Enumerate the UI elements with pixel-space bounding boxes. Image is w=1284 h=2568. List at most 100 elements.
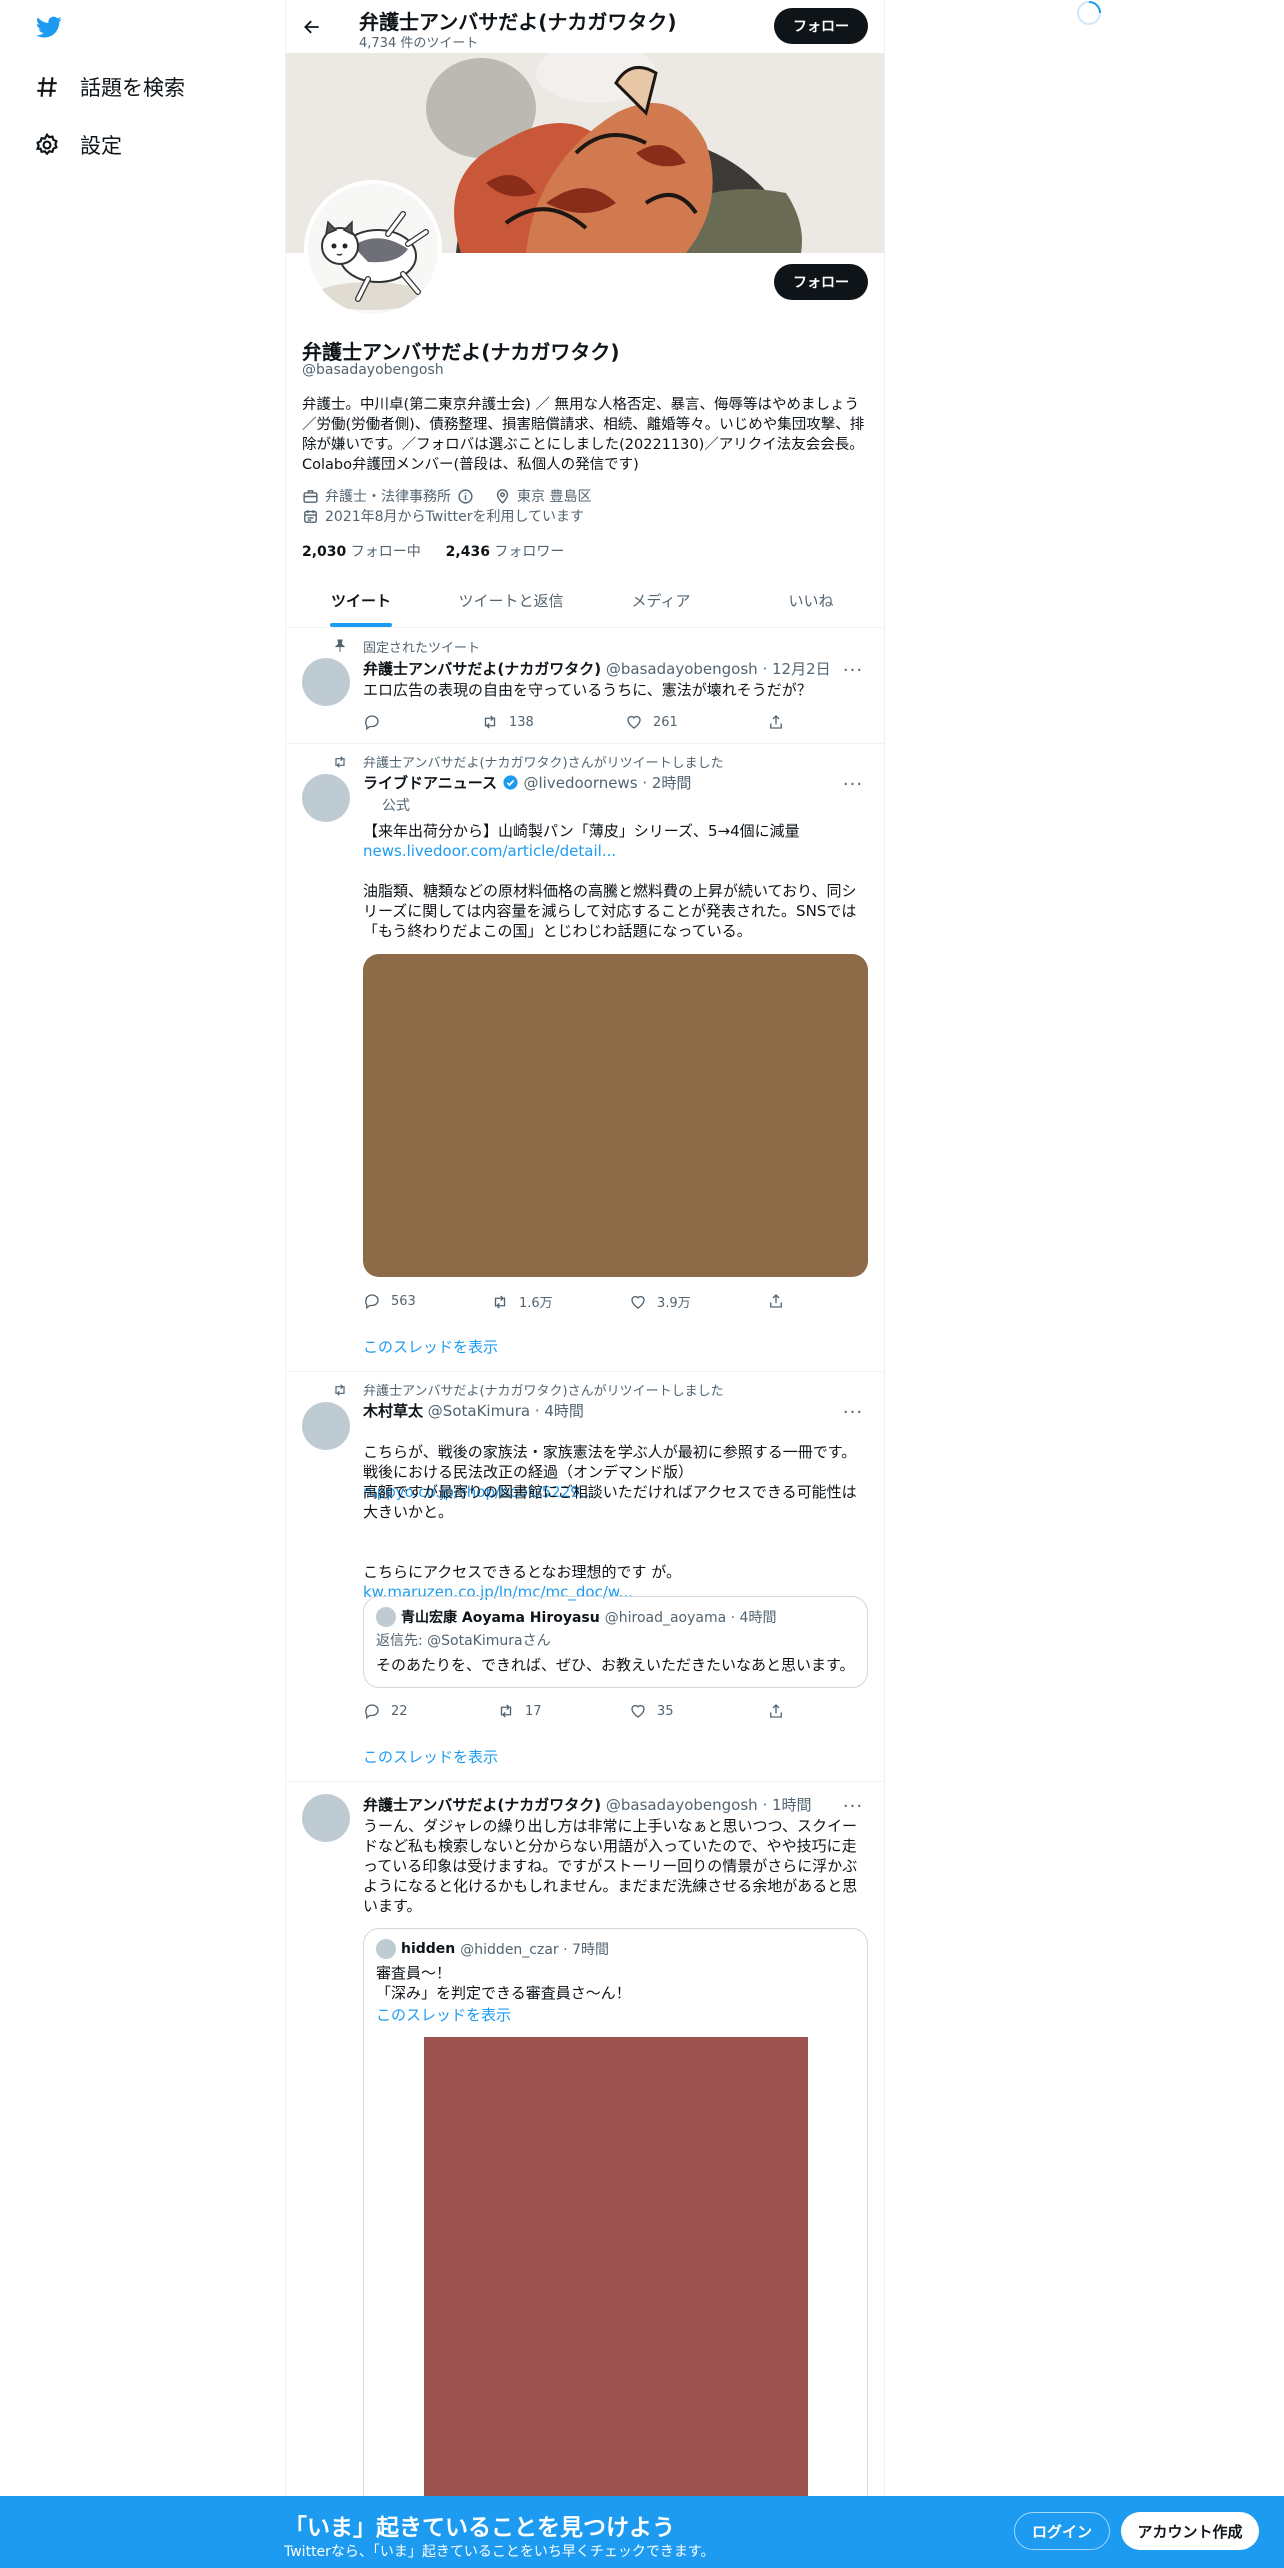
share-icon	[770, 1294, 782, 1308]
profile-joined-row: 2021年8月からTwitterを利用しています	[302, 506, 584, 526]
tweet-author-name[interactable]: 木村草太	[363, 1402, 423, 1420]
tweet-text-c: こちらにアクセスできるとなお理想的です が。 kw.maruzen.co.jp/…	[363, 1542, 868, 1602]
reply-icon	[365, 1294, 379, 1310]
tweet-quote-own[interactable]: 弁護士アンバサだよ(ナカガワタク) @basadayobengosh · 1時間…	[286, 1782, 884, 2568]
heart-icon	[627, 715, 641, 729]
tweet-avatar[interactable]	[302, 1402, 350, 1450]
quote-text: 審査員〜！ 「深み」を判定できる審査員さ〜ん！	[376, 1964, 631, 2002]
heart-icon	[631, 1704, 645, 1718]
quote-header: hidden @hidden_czar · 7時間	[376, 1939, 609, 1959]
reply-button[interactable]: 22	[363, 1702, 408, 1720]
retweet-context-icon	[335, 756, 345, 768]
more-options-icon[interactable]: ···	[838, 1402, 868, 1423]
reply-button[interactable]: 563	[363, 1292, 416, 1310]
tweet-author-name[interactable]: ライブドアニュース	[363, 774, 497, 792]
signup-banner: 「いま」起きていることを見つけよう Twitterなら、「いま」起きていることを…	[0, 2496, 1284, 2568]
profile-stats: 2,030 フォロー中 2,436 フォロワー	[302, 541, 564, 561]
quoted-tweet[interactable]: 青山宏康 Aoyama Hiroyasu @hiroad_aoyama · 4時…	[363, 1596, 868, 1688]
tab-likes[interactable]: いいね	[736, 574, 884, 627]
like-count: 35	[657, 1703, 674, 1719]
like-button[interactable]: 261	[625, 713, 678, 731]
share-button[interactable]	[767, 713, 785, 731]
tweet-pinned[interactable]: 固定されたツイート 弁護士アンバサだよ(ナカガワタク) @basadayoben…	[286, 628, 884, 744]
tweet-text: エロ広告の表現の自由を守っているうちに、憲法が壊れそうだが？	[363, 681, 812, 699]
tweet-author-name[interactable]: 弁護士アンバサだよ(ナカガワタク)	[363, 1796, 601, 1814]
retweet-button[interactable]: 138	[481, 713, 534, 731]
like-count: 3.9万	[657, 1296, 691, 1311]
followers-link[interactable]: 2,436 フォロワー	[446, 544, 565, 560]
header-tweet-count: 4,734 件のツイート	[359, 36, 479, 51]
quote-show-thread-link[interactable]: このスレッドを表示	[376, 2005, 856, 2025]
followers-count: 2,436	[445, 544, 490, 560]
profile-avatar[interactable]	[304, 180, 442, 318]
quote-media-image[interactable]	[424, 2037, 808, 2568]
profile-header-bar: 弁護士アンバサだよ(ナカガワタク) 4,734 件のツイート フォロー	[286, 0, 884, 53]
follow-button[interactable]: フォロー	[774, 264, 868, 300]
location-pin-icon	[496, 488, 509, 504]
more-options-icon[interactable]: ···	[838, 774, 868, 795]
tweet-text: うーん、ダジャレの繰り出し方は非常に上手いなぁと思いつつ、スクイードなど私も検索…	[363, 1817, 858, 1915]
show-thread-link[interactable]: このスレッドを表示	[363, 1746, 498, 1767]
following-link[interactable]: 2,030 フォロー中	[302, 544, 421, 560]
share-button[interactable]	[767, 1702, 785, 1720]
nav-settings[interactable]: 設定	[34, 130, 122, 160]
tweet-author-meta: @basadayobengosh · 1時間	[605, 1796, 812, 1814]
share-button[interactable]	[767, 1292, 785, 1310]
following-count: 2,030	[302, 544, 347, 560]
verified-badge-icon	[503, 775, 518, 790]
like-button[interactable]: 3.9万	[629, 1292, 691, 1311]
back-button[interactable]	[298, 13, 326, 41]
retweet-count: 138	[509, 714, 534, 730]
tweet-text-b: 高額ですが最寄りの図書館にご相談いただければアクセスできる可能性は大きいかと。	[363, 1483, 857, 1521]
tab-tweets-replies[interactable]: ツイートと返信	[436, 574, 586, 627]
tweet-author-meta: @livedoornews · 2時間	[523, 774, 692, 792]
reply-count: 563	[391, 1293, 416, 1309]
retweet-button[interactable]: 1.6万	[491, 1292, 553, 1311]
profile-tabs: ツイート ツイートと返信 メディア いいね	[286, 574, 884, 628]
info-icon[interactable]	[457, 488, 474, 505]
more-options-icon[interactable]: ···	[838, 660, 868, 681]
show-thread-link[interactable]: このスレッドを表示	[363, 1336, 498, 1357]
like-button[interactable]: 35	[629, 1702, 674, 1720]
tweet-retweet-livedoor[interactable]: 弁護士アンバサだよ(ナカガワタク)さんがリツイートしました ライブドアニュース …	[286, 744, 884, 1372]
quote-avatar	[376, 1607, 396, 1627]
following-label: フォロー中	[350, 544, 421, 560]
tweet-actions: 138 261	[363, 713, 793, 733]
nav-explore-label: 話題を検索	[80, 76, 185, 100]
login-button[interactable]: ログイン	[1014, 2512, 1110, 2550]
quoted-tweet[interactable]: hidden @hidden_czar · 7時間 審査員〜！ 「深み」を判定で…	[363, 1928, 868, 2568]
twitter-logo-icon[interactable]	[34, 14, 64, 40]
retweet-context-label: 弁護士アンバサだよ(ナカガワタク)さんがリツイートしました	[363, 1384, 724, 1399]
pinned-label: 固定されたツイート	[363, 641, 481, 656]
tab-media[interactable]: メディア	[586, 574, 736, 627]
hashtag-icon	[37, 77, 57, 97]
reply-icon	[365, 1704, 379, 1720]
tweet-author-name[interactable]: 弁護士アンバサだよ(ナカガワタク)	[363, 660, 601, 678]
tab-tweets[interactable]: ツイート	[286, 574, 436, 627]
calendar-icon	[304, 509, 317, 523]
more-options-icon[interactable]: ···	[838, 1796, 868, 1817]
signup-banner-title: 「いま」起きていることを見つけよう	[284, 2515, 675, 2541]
reply-button[interactable]	[363, 713, 391, 731]
tweet-avatar[interactable]	[302, 658, 350, 706]
tweet-actions: 563 1.6万 3.9万	[363, 1292, 793, 1312]
tweet-avatar[interactable]	[302, 774, 350, 822]
tweet-media-image[interactable]	[363, 954, 868, 1277]
pin-icon	[334, 639, 346, 652]
nav-settings-label: 設定	[80, 134, 122, 158]
tweet-retweet-kimura[interactable]: 弁護士アンバサだよ(ナカガワタク)さんがリツイートしました 木村草太 @Sota…	[286, 1372, 884, 1782]
nav-explore[interactable]: 話題を検索	[34, 72, 185, 102]
tweet-link[interactable]: news.livedoor.com/article/detail...	[363, 841, 868, 861]
tweet-avatar[interactable]	[302, 1794, 350, 1842]
heart-icon	[631, 1295, 645, 1309]
profile-name: 弁護士アンバサだよ(ナカガワタク)	[302, 340, 620, 364]
profile-joined: 2021年8月からTwitterを利用しています	[325, 509, 585, 525]
retweet-button[interactable]: 17	[497, 1702, 542, 1720]
arrow-left-icon	[304, 20, 319, 34]
signup-button[interactable]: アカウント作成	[1121, 2512, 1259, 2550]
share-icon	[770, 715, 782, 729]
quote-author-name: hidden	[401, 1941, 456, 1957]
profile-category: 弁護士・法律事務所	[325, 489, 451, 505]
tweet-author-meta: @SotaKimura · 4時間	[427, 1402, 584, 1420]
follow-button-header[interactable]: フォロー	[774, 8, 868, 44]
